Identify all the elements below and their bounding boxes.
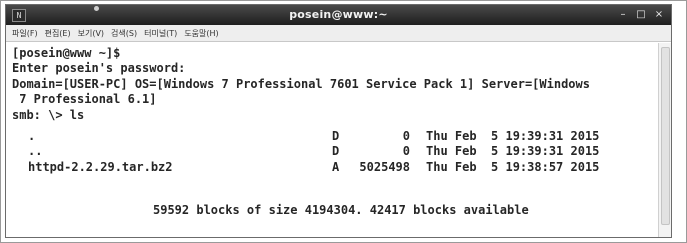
- shell-prompt: [posein@www ~]$: [12, 46, 121, 60]
- listing-size: 0: [402, 144, 410, 158]
- disk-summary: 59592 blocks of size 4194304. 42417 bloc…: [153, 203, 529, 217]
- smb-command: smb: \> ls: [12, 108, 85, 122]
- listing-date: Thu Feb 5 19:39:31 2015: [426, 129, 600, 143]
- listing-size: 5025498: [359, 160, 410, 174]
- listing-name: ..: [28, 144, 43, 158]
- listing-name: httpd-2.2.29.tar.bz2: [28, 160, 173, 174]
- terminal-window: N posein@www:~ – □ × 파일(F) 편집(E) 보기(V) 검…: [5, 4, 672, 238]
- menu-terminal[interactable]: 터미널(T): [144, 28, 177, 39]
- listing-date: Thu Feb 5 19:38:57 2015: [426, 160, 600, 174]
- domain-info-line: Domain=[USER-PC] OS=[Windows 7 Professio…: [12, 77, 590, 91]
- menu-view[interactable]: 보기(V): [78, 28, 104, 39]
- window-title: posein@www:~: [289, 8, 388, 21]
- listing-name: .: [28, 129, 36, 143]
- window-controls: – □ ×: [617, 8, 665, 21]
- menu-search[interactable]: 검색(S): [111, 28, 137, 39]
- scrollbar-thumb[interactable]: [661, 47, 670, 225]
- menu-help[interactable]: 도움말(H): [184, 28, 218, 39]
- menu-file[interactable]: 파일(F): [12, 28, 38, 39]
- listing-attr: D: [332, 144, 340, 158]
- maximize-icon[interactable]: □: [635, 8, 647, 21]
- screenshot-frame: N posein@www:~ – □ × 파일(F) 편집(E) 보기(V) 검…: [0, 0, 687, 243]
- menu-edit[interactable]: 편집(E): [45, 28, 71, 39]
- title-bar[interactable]: N posein@www:~ – □ ×: [6, 5, 671, 25]
- domain-info-line-continued: 7 Professional 6.1]: [12, 92, 157, 106]
- listing-attr: A: [332, 160, 340, 174]
- password-prompt: Enter posein's password:: [12, 61, 186, 75]
- vertical-scrollbar[interactable]: [658, 43, 671, 237]
- listing-attr: D: [332, 129, 340, 143]
- listing-date: Thu Feb 5 19:39:31 2015: [426, 144, 600, 158]
- listing-size: 0: [402, 129, 410, 143]
- menu-bar: 파일(F) 편집(E) 보기(V) 검색(S) 터미널(T) 도움말(H): [6, 25, 671, 42]
- minimize-icon[interactable]: –: [617, 8, 629, 21]
- close-icon[interactable]: ×: [653, 8, 665, 21]
- terminal-output[interactable]: [posein@www ~]$ Enter posein's password:…: [6, 43, 658, 237]
